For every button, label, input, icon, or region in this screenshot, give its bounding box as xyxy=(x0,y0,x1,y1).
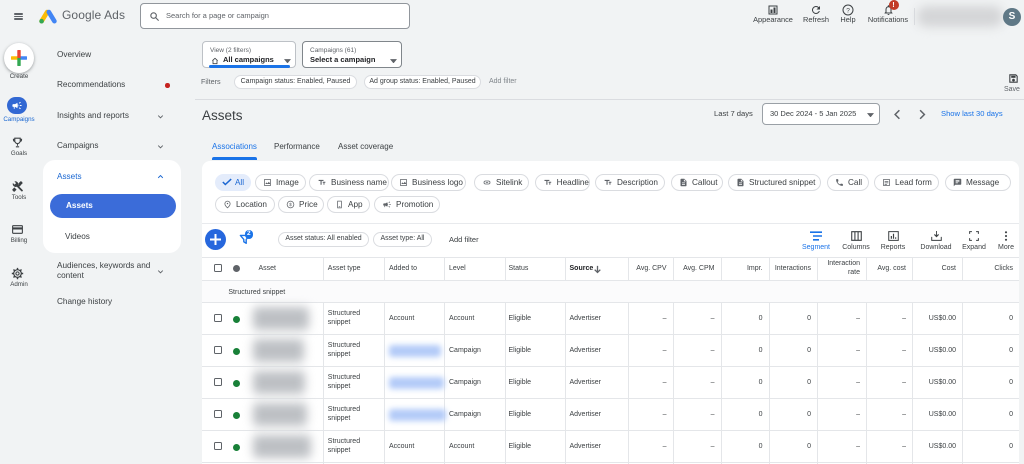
svg-text:?: ? xyxy=(846,8,850,15)
svg-text:$: $ xyxy=(289,202,292,208)
